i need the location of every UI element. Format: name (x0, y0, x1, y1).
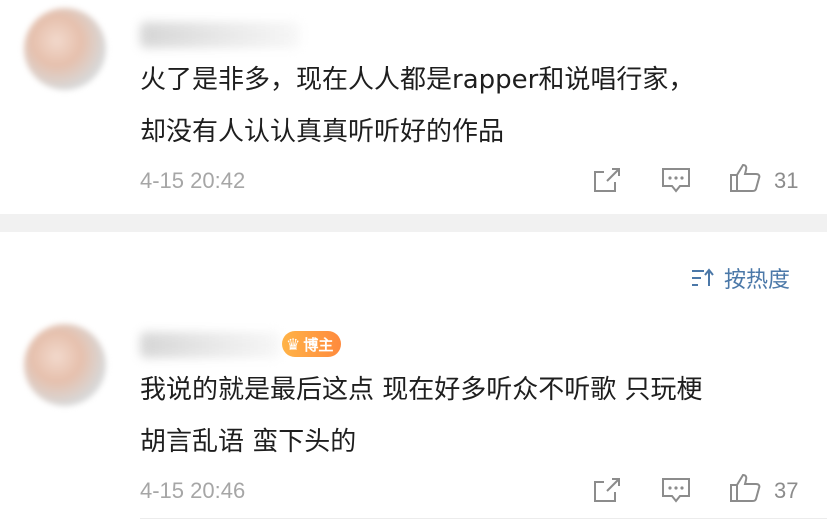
sort-icon (692, 268, 714, 286)
comment-item-2: ♛ 博主 我说的就是最后这点 现在好多听众不听歌 只玩梗 胡言乱语 蛮下头的 4… (0, 300, 827, 524)
username-blurred[interactable] (140, 332, 280, 358)
username-blurred[interactable] (140, 22, 300, 48)
reply-icon[interactable] (660, 166, 692, 194)
list-separator (140, 518, 827, 519)
reply-icon[interactable] (660, 476, 692, 504)
comment-timestamp: 4-15 20:46 (140, 478, 246, 503)
like-count: 37 (774, 478, 799, 503)
crown-icon: ♛ (286, 334, 301, 354)
like-count: 31 (774, 168, 799, 193)
section-divider (0, 214, 827, 232)
comment-text: 我说的就是最后这点 现在好多听众不听歌 只玩梗 胡言乱语 蛮下头的 (140, 364, 810, 468)
comment-text-line: 我说的就是最后这点 现在好多听众不听歌 只玩梗 (140, 375, 703, 405)
comment-timestamp: 4-15 20:42 (140, 168, 246, 193)
sort-by-heat-button[interactable]: 按热度 (690, 262, 790, 294)
comment-text: 火了是非多，现在人人都是rapper和说唱行家， 却没有人认认真真听听好的作品 (140, 54, 810, 158)
comment-text-line: 却没有人认认真真听听好的作品 (140, 117, 505, 147)
like-icon[interactable] (728, 472, 762, 504)
author-badge-label: 博主 (303, 335, 334, 354)
comment-item-1: 火了是非多，现在人人都是rapper和说唱行家， 却没有人认认真真听听好的作品 … (0, 0, 827, 214)
share-icon[interactable] (592, 166, 622, 194)
sort-label: 按热度 (724, 268, 791, 293)
like-icon[interactable] (728, 162, 762, 194)
avatar[interactable] (24, 8, 106, 90)
share-icon[interactable] (592, 476, 622, 504)
comment-text-line: 火了是非多，现在人人都是rapper和说唱行家， (140, 65, 695, 95)
comment-text-line: 胡言乱语 蛮下头的 (140, 427, 357, 457)
author-badge: ♛ 博主 (282, 331, 342, 357)
avatar[interactable] (24, 324, 106, 406)
